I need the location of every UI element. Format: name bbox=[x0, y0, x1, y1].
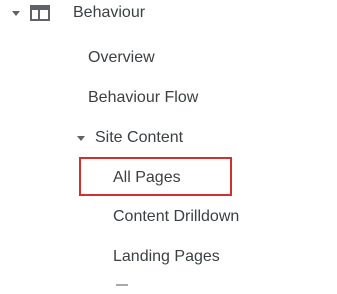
nav-subsection-site-content[interactable]: Site Content bbox=[72, 125, 322, 153]
caret-down-icon[interactable] bbox=[12, 11, 20, 16]
browser-window-icon bbox=[30, 5, 50, 21]
nav-item-label: All Pages bbox=[113, 169, 181, 186]
nav-section-label: Behaviour bbox=[73, 4, 146, 21]
nav-item-partial[interactable] bbox=[116, 284, 156, 294]
nav-section-behaviour[interactable]: Behaviour bbox=[0, 0, 337, 28]
nav-subsection-label: Site Content bbox=[95, 129, 184, 146]
nav-item-label: Content Drilldown bbox=[113, 208, 240, 225]
nav-item-landing-pages[interactable]: Landing Pages bbox=[100, 244, 320, 272]
nav-item-overview[interactable]: Overview bbox=[80, 45, 320, 73]
sidebar-nav: Behaviour Overview Behaviour Flow Site C… bbox=[0, 0, 337, 291]
nav-item-label: Overview bbox=[88, 49, 155, 66]
nav-item-all-pages[interactable]: All Pages bbox=[100, 164, 300, 192]
nav-item-label: Landing Pages bbox=[113, 248, 220, 265]
partial-text-fragment bbox=[116, 284, 128, 286]
nav-item-label: Behaviour Flow bbox=[88, 89, 199, 106]
nav-item-content-drilldown[interactable]: Content Drilldown bbox=[100, 204, 320, 232]
caret-down-icon[interactable] bbox=[77, 136, 85, 141]
nav-item-behaviour-flow[interactable]: Behaviour Flow bbox=[80, 85, 320, 113]
